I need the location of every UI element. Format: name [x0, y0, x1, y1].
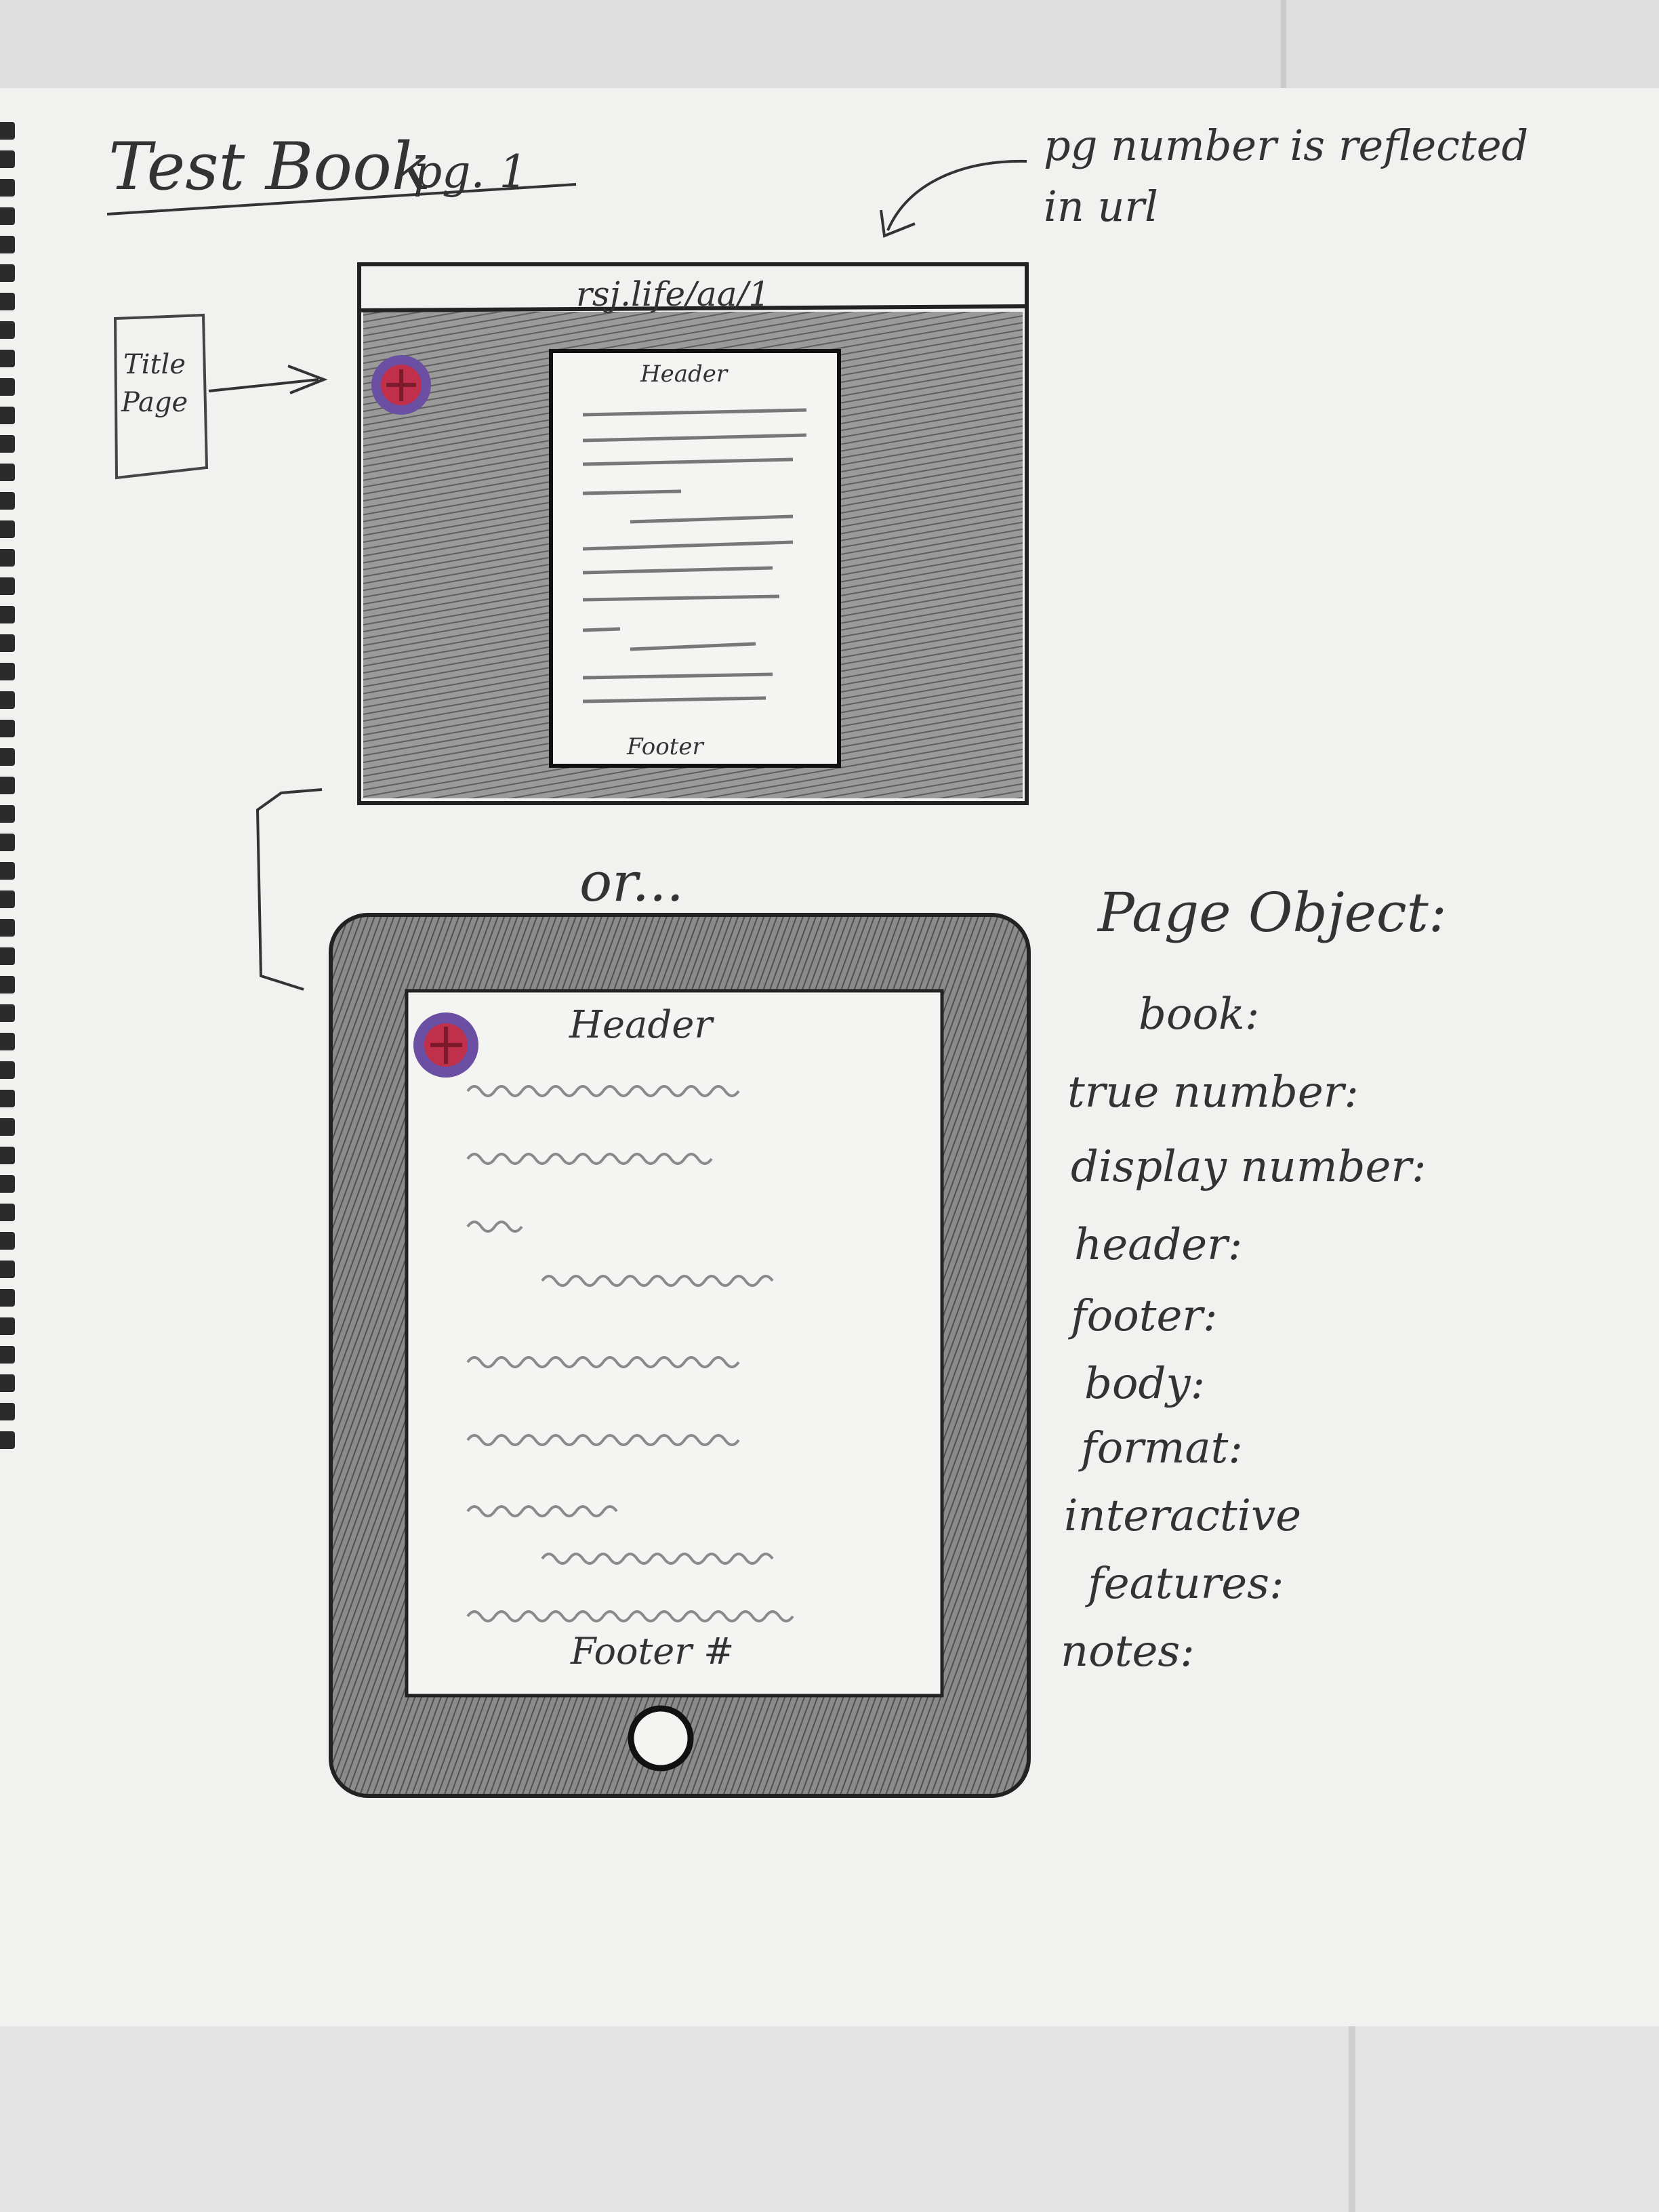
page-object-field: body: — [1084, 1359, 1206, 1409]
page-object-field: display number: — [1071, 1142, 1427, 1192]
desktop-header: Header — [640, 361, 728, 388]
desktop-browser-sketch — [357, 262, 1029, 805]
or-label: or... — [579, 851, 684, 914]
page-object-field: interactive — [1064, 1491, 1302, 1541]
tablet-header: Header — [569, 1003, 713, 1047]
desktop-url-bar: rsj.life/aa/1 — [576, 274, 771, 314]
page-object-field: true number: — [1067, 1067, 1359, 1118]
page-object-field: book: — [1139, 989, 1260, 1040]
page-object-field: header: — [1074, 1220, 1243, 1270]
alternative-bracket — [255, 788, 323, 991]
page-object-field: format: — [1081, 1423, 1243, 1473]
tablet-home-button — [628, 1705, 694, 1771]
title-underline — [106, 183, 577, 216]
desktop-footer: Footer — [627, 733, 703, 760]
page-object-heading: Page Object: — [1098, 881, 1447, 944]
url-note-arrow — [886, 159, 1027, 231]
page-object-field: notes: — [1061, 1626, 1195, 1677]
page-object-field: features: — [1088, 1559, 1284, 1609]
tablet-footer: Footer # — [571, 1630, 735, 1673]
page-object-field: footer: — [1071, 1291, 1218, 1341]
sketch-drawing — [106, 159, 1031, 1798]
title-page-tag — [113, 313, 209, 480]
